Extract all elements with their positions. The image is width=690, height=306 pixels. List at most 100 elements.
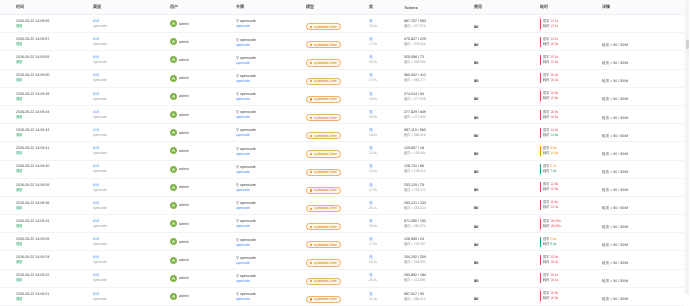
user-cell[interactable]: A admin — [154, 183, 220, 191]
table-row[interactable]: 2026-05-22 14:09:24 调用 #19 opencode A ad… — [0, 251, 684, 270]
header-tokens[interactable]: Tokens — [388, 5, 458, 10]
channel-cell[interactable]: #19 opencode — [77, 55, 154, 65]
table-row[interactable]: 2026-05-22 14:09:21 调用 #19 opencode A ad… — [0, 288, 684, 306]
table-row[interactable]: 2026-05-22 14:09:39 调用 #19 opencode A ad… — [0, 179, 684, 197]
model-badge[interactable]: x-pleiades-f-free — [306, 204, 341, 213]
header-time[interactable]: 时间 — [0, 4, 77, 10]
token-name[interactable]: opencode — [240, 201, 256, 205]
user-cell[interactable]: A admin — [154, 238, 220, 246]
user-cell[interactable]: A admin — [154, 165, 220, 173]
channel-cell[interactable]: #19 opencode — [77, 255, 154, 265]
header-cost[interactable]: 费用 — [458, 4, 524, 10]
token-name[interactable]: opencode — [240, 165, 256, 169]
user-cell[interactable]: A admin — [154, 147, 220, 155]
token-name[interactable]: opencode — [240, 92, 256, 96]
token-cell[interactable]: ⚲ opencode opencode — [220, 73, 290, 84]
token-cell[interactable]: ⚲ opencode opencode — [220, 18, 290, 29]
token-name[interactable]: opencode — [240, 238, 256, 242]
channel-cell[interactable]: #19 opencode — [77, 110, 154, 120]
token-cell[interactable]: ⚲ opencode opencode — [220, 55, 290, 66]
token-cell[interactable]: ⚲ opencode opencode — [220, 237, 290, 248]
channel-cell[interactable]: #19 opencode — [77, 37, 154, 47]
token-name[interactable]: opencode — [240, 256, 256, 260]
model-badge[interactable]: x-pleiades-f-free — [306, 23, 341, 31]
user-cell[interactable]: A admin — [154, 129, 220, 137]
user-name[interactable]: admin — [179, 76, 189, 80]
user-cell[interactable]: A admin — [154, 220, 220, 228]
model-badge[interactable]: x-pleiades-f-free — [306, 223, 341, 231]
table-row[interactable]: 2026-05-22 14:09:50 调用 #19 opencode A ad… — [0, 70, 684, 88]
user-name[interactable]: admin — [179, 276, 189, 280]
model-badge[interactable]: x-pleiades-f-free — [306, 95, 341, 103]
token-name[interactable]: opencode — [240, 110, 256, 114]
token-name[interactable]: opencode — [240, 128, 256, 132]
model-badge[interactable]: x-pleiades-f-free — [306, 59, 341, 67]
token-cell[interactable]: ⚲ opencode opencode — [220, 273, 290, 284]
token-cell[interactable]: ⚲ opencode opencode — [220, 164, 290, 175]
table-row[interactable]: 2026-05-22 14:09:40 调用 #19 opencode A ad… — [0, 161, 684, 179]
token-name[interactable]: opencode — [240, 19, 256, 23]
model-badge[interactable]: x-pleiades-f-free — [306, 259, 341, 267]
token-cell[interactable]: ⚲ opencode opencode — [220, 291, 290, 302]
table-row[interactable]: 2026-05-22 14:09:53 调用 #19 opencode A ad… — [0, 51, 684, 70]
user-cell[interactable]: A admin — [154, 256, 220, 264]
user-name[interactable]: admin — [179, 94, 189, 98]
channel-cell[interactable]: #19 opencode — [77, 201, 154, 211]
table-row[interactable]: 2026-05-22 14:09:31 调用 #19 opencode A ad… — [0, 215, 684, 234]
token-name[interactable]: opencode — [240, 56, 256, 60]
token-cell[interactable]: ⚲ opencode opencode — [220, 37, 290, 48]
token-name[interactable]: opencode — [240, 219, 256, 223]
model-badge[interactable]: x-pleiades-f-free — [306, 150, 341, 158]
table-row[interactable]: 2026-05-22 14:09:44 调用 #19 opencode A ad… — [0, 106, 684, 125]
table-row[interactable]: 2026-05-22 14:09:22 调用 #19 opencode A ad… — [0, 270, 684, 288]
table-row[interactable]: 2026-05-22 14:09:29 调用 #19 opencode A ad… — [0, 233, 684, 252]
token-name[interactable]: opencode — [240, 74, 256, 78]
user-cell[interactable]: A admin — [154, 274, 220, 282]
table-row[interactable]: 2026-05-22 14:09:43 调用 #19 opencode A ad… — [0, 124, 684, 143]
model-badge[interactable]: x-pleiades-f-free — [306, 77, 341, 85]
channel-cell[interactable]: #19 opencode — [77, 237, 154, 247]
token-cell[interactable]: ⚲ opencode opencode — [220, 200, 290, 211]
user-name[interactable]: admin — [179, 185, 189, 189]
user-name[interactable]: admin — [179, 258, 189, 262]
table-row[interactable]: 2026-05-22 14:09:36 调用 #19 opencode A ad… — [0, 197, 684, 216]
token-cell[interactable]: ⚲ opencode opencode — [220, 91, 290, 102]
user-name[interactable]: admin — [179, 222, 189, 226]
user-name[interactable]: admin — [179, 294, 189, 298]
table-row[interactable]: 2026-05-22 14:09:41 调用 #19 opencode A ad… — [0, 142, 684, 161]
model-badge[interactable]: x-pleiades-f-free — [306, 277, 341, 285]
channel-cell[interactable]: #19 opencode — [77, 183, 154, 193]
model-badge[interactable]: x-pleiades-f-free — [306, 241, 341, 249]
header-channel[interactable]: 渠道 — [77, 4, 154, 10]
user-cell[interactable]: A admin — [154, 20, 220, 28]
token-name[interactable]: opencode — [240, 147, 256, 151]
token-cell[interactable]: ⚲ opencode opencode — [220, 218, 290, 229]
channel-cell[interactable]: #19 opencode — [77, 92, 154, 102]
user-name[interactable]: admin — [179, 58, 189, 62]
token-cell[interactable]: ⚲ opencode opencode — [220, 146, 290, 157]
token-name[interactable]: opencode — [240, 292, 256, 296]
channel-cell[interactable]: #19 opencode — [77, 273, 154, 283]
vertical-scrollbar[interactable] — [685, 0, 689, 294]
user-name[interactable]: admin — [179, 240, 189, 244]
channel-cell[interactable]: #19 opencode — [77, 19, 154, 29]
token-cell[interactable]: ⚲ opencode opencode — [220, 109, 290, 120]
model-badge[interactable]: x-pleiades-f-free — [306, 113, 341, 122]
channel-cell[interactable]: #19 opencode — [77, 292, 154, 302]
token-name[interactable]: opencode — [240, 183, 256, 187]
table-row[interactable]: 2026-05-22 14:09:45 调用 #19 opencode A ad… — [0, 88, 684, 106]
user-name[interactable]: admin — [179, 22, 189, 26]
user-name[interactable]: admin — [179, 40, 189, 44]
header-detail[interactable]: 详情 — [586, 4, 684, 10]
user-cell[interactable]: A admin — [154, 201, 220, 209]
header-model[interactable]: 模型 — [290, 4, 353, 10]
channel-cell[interactable]: #19 opencode — [77, 164, 154, 174]
user-cell[interactable]: A admin — [154, 111, 220, 119]
header-user[interactable]: 用户 — [154, 4, 220, 10]
user-cell[interactable]: A admin — [154, 74, 220, 82]
header-token[interactable]: 令牌 — [220, 4, 290, 10]
user-cell[interactable]: A admin — [154, 38, 220, 46]
user-name[interactable]: admin — [179, 113, 189, 117]
model-badge[interactable]: x-pleiades-f-free — [306, 132, 341, 140]
table-row[interactable]: 2026-05-22 14:09:57 调用 #19 opencode A ad… — [0, 33, 684, 52]
